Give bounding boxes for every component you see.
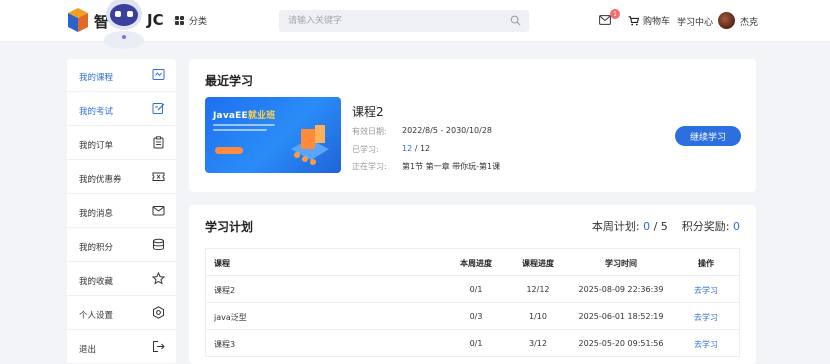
- username[interactable]: 杰克: [740, 15, 758, 28]
- search-input[interactable]: [279, 10, 529, 32]
- sidebar-item-label: 我的收藏: [79, 277, 114, 287]
- notification-badge: 1: [610, 9, 620, 19]
- category-menu[interactable]: 分类: [175, 14, 207, 27]
- row-course-name: 课程2: [214, 286, 236, 295]
- validity-value: 2022/8/5 - 2030/10/28: [402, 126, 493, 135]
- table-row: 课程3 0/1 3/12 2025-05-20 09:51:56 去学习: [206, 330, 739, 357]
- row-weekly-progress: 0/3: [469, 312, 483, 321]
- table-row: java泛型 0/3 1/10 2025-06-01 18:52:19 去学习: [206, 303, 739, 330]
- mail-icon[interactable]: [599, 15, 611, 25]
- study-plan-title: 学习计划: [205, 220, 254, 234]
- table-header-row: 课程 本周进度 课程进度 学习时间 操作: [206, 249, 739, 276]
- message-mail-icon: [152, 206, 165, 216]
- learned-label: 已学习:: [352, 145, 379, 154]
- table-row: 课程2 0/1 12/12 2025-08-09 22:36:39 去学习: [206, 276, 739, 303]
- row-course-name: java泛型: [214, 313, 247, 322]
- recent-study-card: 最近学习 JavaEE就业班 课程2 有效日期: 2022/8/5 - 2030…: [189, 59, 756, 192]
- cart-icon: [628, 15, 639, 25]
- banner-illustration-icon: [291, 125, 329, 165]
- avatar[interactable]: [718, 12, 735, 29]
- cart-label: 购物车: [643, 17, 671, 27]
- sidebar-item-label: 退出: [79, 345, 97, 355]
- robot-mascot-icon: [104, 0, 144, 49]
- sidebar-item-my-exams[interactable]: 我的考试: [67, 93, 176, 126]
- column-header-course-progress: 课程进度: [522, 259, 554, 268]
- validity-label: 有效日期:: [352, 127, 387, 136]
- sidebar-item-my-orders[interactable]: 我的订单: [67, 127, 176, 160]
- exam-edit-icon: [152, 103, 165, 114]
- sidebar-item-my-favorites[interactable]: 我的收藏: [67, 263, 176, 296]
- sidebar: 我的课程 我的考试 我的订单 我的优惠券 我的消息 我的积分 我的收藏 个人设置…: [67, 59, 176, 364]
- logout-icon: [153, 341, 165, 352]
- points-coins-icon: [153, 238, 164, 250]
- row-course-progress: 1/10: [529, 312, 547, 321]
- row-study-time: 2025-08-09 22:36:39: [578, 285, 664, 294]
- plan-stats: 本周计划: 0 / 5 积分奖励: 0: [592, 218, 740, 234]
- sidebar-item-my-messages[interactable]: 我的消息: [67, 195, 176, 228]
- study-plan-card: 学习计划 本周计划: 0 / 5 积分奖励: 0 课程 本周进度 课程进度 学习…: [189, 205, 756, 364]
- cart-link[interactable]: 购物车: [628, 14, 670, 27]
- column-header-study-time: 学习时间: [605, 259, 637, 268]
- banner-decor-button: [215, 147, 243, 154]
- current-lesson-label: 正在学习:: [352, 162, 387, 171]
- order-clipboard-icon: [153, 136, 164, 149]
- weekly-plan-stat: 本周计划: 0 / 5: [591, 220, 668, 233]
- sidebar-item-logout[interactable]: 退出: [67, 331, 176, 364]
- row-course-name: 课程3: [214, 340, 236, 349]
- top-header: 智 JC 分类 1 购物车 学习中心 杰克: [0, 0, 830, 49]
- banner-title: JavaEE就业班: [213, 111, 276, 121]
- column-header-action: 操作: [698, 259, 714, 268]
- points-reward-stat: 积分奖励: 0: [681, 220, 740, 233]
- go-study-link[interactable]: 去学习: [676, 312, 736, 323]
- row-study-time: 2025-05-20 09:51:56: [578, 339, 664, 348]
- logo-text-right[interactable]: JC: [147, 11, 164, 29]
- star-icon: [152, 272, 165, 285]
- row-course-progress: 12/12: [526, 285, 550, 294]
- sidebar-item-label: 我的积分: [79, 243, 114, 253]
- recent-course-name[interactable]: 课程2: [352, 103, 384, 120]
- settings-gear-icon: [153, 306, 164, 319]
- course-icon: [152, 69, 165, 80]
- sidebar-item-label: 我的课程: [79, 73, 114, 83]
- row-course-progress: 3/12: [529, 339, 547, 348]
- learned-value: 12 / 12: [402, 144, 431, 153]
- sidebar-item-label: 我的考试: [79, 107, 114, 117]
- grid-icon: [175, 16, 184, 25]
- study-plan-table: 课程 本周进度 课程进度 学习时间 操作 课程2 0/1 12/12 2025-…: [205, 248, 740, 357]
- sidebar-item-label: 我的消息: [79, 209, 114, 219]
- logo-cube-icon[interactable]: [67, 7, 89, 33]
- continue-learning-button[interactable]: 继续学习: [675, 126, 741, 146]
- sidebar-item-my-coupons[interactable]: 我的优惠券: [67, 161, 176, 194]
- column-header-course: 课程: [214, 259, 230, 268]
- sidebar-item-label: 我的优惠券: [79, 175, 122, 185]
- recent-study-title: 最近学习: [205, 74, 254, 88]
- row-weekly-progress: 0/1: [469, 339, 483, 348]
- sidebar-item-my-points[interactable]: 我的积分: [67, 229, 176, 262]
- sidebar-item-label: 我的订单: [79, 141, 114, 151]
- sidebar-item-settings[interactable]: 个人设置: [67, 297, 176, 330]
- row-weekly-progress: 0/1: [469, 285, 483, 294]
- go-study-link[interactable]: 去学习: [676, 285, 736, 296]
- sidebar-item-my-courses[interactable]: 我的课程: [67, 59, 176, 92]
- go-study-link[interactable]: 去学习: [676, 339, 736, 350]
- coupon-icon: [152, 172, 165, 181]
- column-header-weekly-progress: 本周进度: [460, 259, 492, 268]
- course-banner-image[interactable]: JavaEE就业班: [205, 97, 341, 173]
- category-label: 分类: [189, 17, 208, 27]
- row-study-time: 2025-06-01 18:52:19: [578, 312, 664, 321]
- current-lesson-value: 第1节 第一章 带你玩-第1课: [402, 162, 501, 171]
- search-icon[interactable]: [510, 15, 521, 26]
- study-center-link[interactable]: 学习中心: [677, 15, 713, 28]
- sidebar-item-label: 个人设置: [79, 311, 114, 321]
